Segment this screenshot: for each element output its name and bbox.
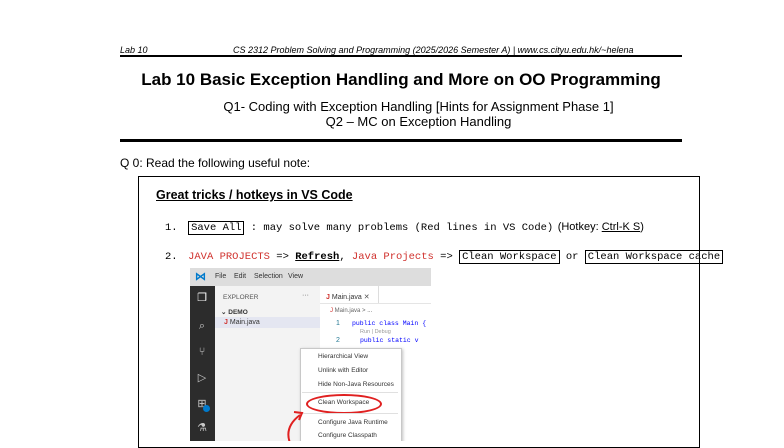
menu-selection[interactable]: Selection [254,273,283,280]
menu-configure-classpath[interactable]: Configure Classpath [318,432,377,439]
menu-view[interactable]: View [288,273,303,280]
menu-unlink-editor[interactable]: Unlink with Editor [318,367,368,374]
item-2-number: 2. [165,251,178,263]
folder-demo[interactable]: ⌄ DEMO [221,308,248,316]
line-number-1: 1 [336,320,340,327]
vscode-screenshot: ⋈ File Edit Selection View ❐ ⌕ ⑂ ▷ ⊞ ⚗ E… [190,268,431,441]
subtitle-q1: Q1- Coding with Exception Handling [Hint… [223,99,614,114]
tab-divider [320,303,431,304]
arrow-2: => [433,251,460,263]
java-projects-label-2: Java Projects [351,251,434,263]
file-main-java[interactable]: J Main.java [224,319,260,326]
extensions-badge [203,405,210,412]
editor-tab-label: J Main.java ✕ [326,293,370,301]
arrow-1: => [269,251,296,263]
run-debug-icon[interactable]: ▷ [196,372,208,384]
item-1-text: : may solve many problems (Red lines in … [244,222,554,234]
file-name: Main.java [229,319,260,326]
testing-icon[interactable]: ⚗ [196,422,208,434]
menu-file[interactable]: File [215,273,226,280]
hotkey-prefix: (Hotkey: [557,221,602,233]
menu-configure-runtime[interactable]: Configure Java Runtime [318,419,388,426]
tab-java-icon: J [326,294,330,301]
red-arrow-icon [287,411,304,441]
explorer-more-icon[interactable]: ··· [302,292,309,299]
item-2: 2. JAVA PROJECTS => Refresh, Java Projec… [165,246,724,264]
search-icon[interactable]: ⌕ [196,320,208,332]
refresh-label: Refresh [295,251,340,263]
clean-workspace-label: Clean Workspace [459,250,560,264]
menu-hierarchical-view[interactable]: Hierarchical View [318,353,368,360]
close-icon[interactable]: ✕ [364,294,370,301]
code-line-2: public static v [360,337,419,344]
page-title: Lab 10 Basic Exception Handling and More… [141,70,661,89]
java-projects-label: JAVA PROJECTS [188,251,270,263]
line-number-2: 2 [336,337,340,344]
header-lab: Lab 10 [120,45,148,55]
java-file-icon: J [224,319,228,326]
menu-hide-non-java[interactable]: Hide Non-Java Resources [318,381,394,388]
breadcrumb-java-icon: J [330,308,333,314]
q0-text: Q 0: Read the following useful note: [120,156,311,170]
title-rule [120,139,682,142]
hotkey-value: Ctrl-K S [601,221,641,233]
or-text: or [559,251,585,263]
explorer-label: EXPLORER [223,294,259,301]
activity-bar [190,286,215,441]
clean-workspace-cache-label: Clean Workspace cache [584,250,724,264]
header-rule [120,55,682,57]
source-control-icon[interactable]: ⑂ [196,346,208,358]
breadcrumb-text: Main.java > ... [334,308,373,314]
hotkey-suffix: ) [640,221,644,233]
tab-name: Main.java [331,294,362,301]
comma: , [339,251,352,263]
menu-edit[interactable]: Edit [234,273,246,280]
header-course: CS 2312 Problem Solving and Programming … [233,45,634,55]
breadcrumb[interactable]: J Main.java > ... [330,308,372,314]
note-heading: Great tricks / hotkeys in VS Code [156,188,353,202]
folder-name: DEMO [228,309,248,316]
save-all-label: Save All [188,221,245,235]
subtitle-q2: Q2 – MC on Exception Handling [325,114,512,129]
code-line-1: public class Main { [352,320,427,327]
menu-separator [302,392,398,393]
item-1: 1. Save All : may solve many problems (R… [165,217,644,235]
item-1-number: 1. [165,222,178,234]
vscode-logo-icon: ⋈ [195,271,206,283]
files-icon[interactable]: ❐ [196,292,208,304]
code-lens[interactable]: Run | Debug [360,329,391,335]
